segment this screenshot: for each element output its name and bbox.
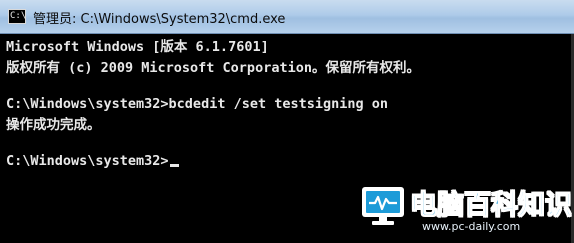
window-title: 管理员: C:\Windows\System32\cmd.exe	[33, 12, 286, 27]
console-line-result: 操作成功完成。	[6, 117, 101, 133]
title-bar[interactable]: C:\ 管理员: C:\Windows\System32\cmd.exe	[0, 0, 574, 34]
cmd-icon[interactable]: C:\	[8, 9, 26, 24]
prompt-text: C:\Windows\system32>	[6, 153, 169, 169]
watermark-title: 电脑百科知识	[410, 190, 573, 222]
watermark-url: www.pc-daily.com	[422, 220, 521, 233]
text-cursor	[169, 164, 179, 167]
console-line-copyright: 版权所有 (c) 2009 Microsoft Corporation。保留所有…	[6, 60, 420, 76]
console-line-version: Microsoft Windows [版本 6.1.7601]	[6, 39, 269, 55]
cmd-window: C:\ 管理员: C:\Windows\System32\cmd.exe Mic…	[0, 0, 574, 243]
console-line-command: C:\Windows\system32>bcdedit /set testsig…	[6, 96, 389, 112]
monitor-logo-icon	[362, 187, 404, 225]
watermark: 电脑百科知识 www.pc-daily.com	[360, 181, 573, 239]
console-line-prompt: C:\Windows\system32>	[6, 152, 179, 170]
